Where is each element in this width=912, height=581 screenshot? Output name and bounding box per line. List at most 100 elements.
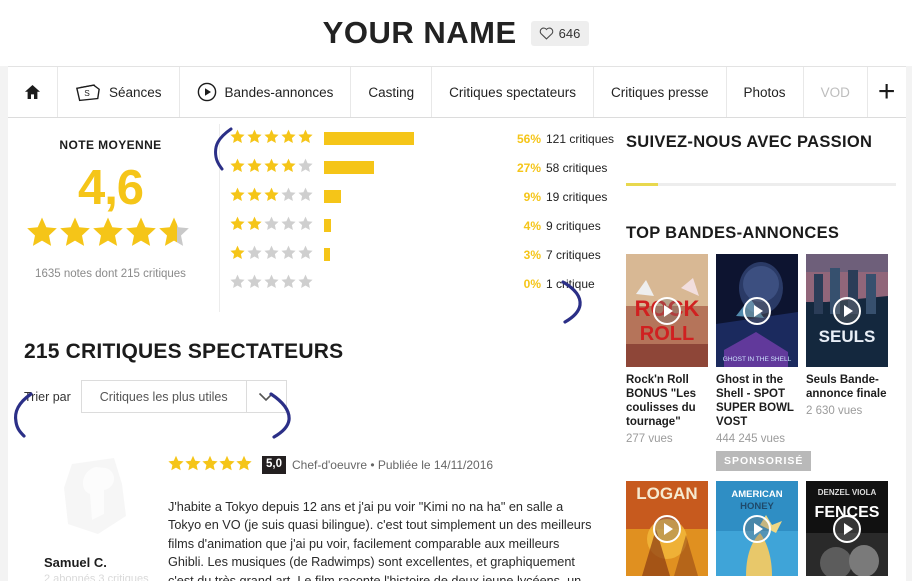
reviews-section-title: 215 CRITIQUES SPECTATEURS [24,340,344,363]
average-rating-score: 4,6 [77,161,144,215]
reviewer-subtext: 2 abonnés 3 critiques [44,573,149,581]
distribution-row: 3% 7 critiques [230,240,620,269]
main-content-column: NOTE MOYENNE 4,6 1635 notes dont 215 cri… [8,118,620,581]
svg-text:GHOST IN THE SHELL: GHOST IN THE SHELL [723,356,792,363]
sidebar-column: SUIVEZ-NOUS AVEC PASSION TOP BANDES-ANNO… [626,118,906,581]
play-circle-icon [197,82,217,102]
average-rating-block: NOTE MOYENNE 4,6 1635 notes dont 215 cri… [8,138,213,280]
play-circle-icon[interactable] [743,514,771,543]
trailer-views: 2 630 vues [806,405,863,417]
distribution-percent: 56% [516,131,541,146]
nav-item-home[interactable] [8,67,58,117]
nav-item-label: VOD [820,84,850,100]
play-circle-icon[interactable] [653,514,681,543]
nav-item-more[interactable]: + [868,67,906,117]
home-icon [24,84,41,100]
distribution-count: 19 critiques [546,189,608,204]
distribution-stars [230,187,320,206]
distribution-percent: 9% [523,189,541,204]
avatar-placeholder-icon [64,458,126,534]
right-gutter [906,0,912,581]
average-rating-stars [8,215,213,254]
nav-item-label: Séances [109,84,162,100]
review-meta: 5,0 Chef-d'oeuvre • Publiée le 14/11/201… [168,454,610,476]
average-rating-label: NOTE MOYENNE [59,138,162,152]
section-rule [626,183,896,186]
page-root: YOUR NAME 646 S Séances Bandes-annonces … [0,0,912,581]
distribution-percent: 0% [523,276,541,291]
play-circle-icon[interactable] [743,296,771,325]
play-circle-icon[interactable] [833,296,861,325]
movie-nav-tabs: S Séances Bandes-annonces Casting Critiq… [8,66,906,118]
sponsored-badge: SPONSORISÉ [716,451,812,471]
distribution-stars [230,158,320,177]
trailer-item[interactable]: GHOST IN THE SHELL Ghost in the Shell - … [716,254,812,471]
chevron-down-icon[interactable] [245,380,286,413]
distribution-bar-track [320,219,505,232]
reviewer-name[interactable]: Samuel C. [22,555,168,570]
svg-text:DENZEL VIOLA: DENZEL VIOLA [818,488,877,497]
nav-item-casting[interactable]: Casting [351,67,433,117]
distribution-count: 1 critique [546,276,595,291]
trailer-title[interactable]: Seuls Bande-annonce finale [806,373,888,401]
distribution-bar [324,161,374,174]
nav-item-label: Critiques spectateurs [449,84,576,100]
trailer-thumbnail[interactable]: ROCK ROLL [626,254,708,367]
trailer-thumbnail[interactable]: GHOST IN THE SHELL [716,254,798,367]
trailer-item[interactable]: ROCK ROLL Rock'n Roll BONUS "Les couliss… [626,254,708,471]
distribution-percent: 4% [523,218,541,233]
play-circle-icon[interactable] [653,296,681,325]
top-trailers-title: TOP BANDES-ANNONCES [626,224,840,242]
review-item: Samuel C. 2 abonnés 3 critiques 5,0 Chef… [8,454,620,581]
poster-list: LOGAN AMERICAN HONEY DENZEL VIOLA FENCES [626,481,906,576]
poster-item[interactable]: DENZEL VIOLA FENCES [806,481,888,576]
distribution-bar [324,132,414,145]
nav-item-photos[interactable]: Photos [727,67,804,117]
review-text: J'habite a Tokyo depuis 12 ans et j'ai p… [168,500,592,581]
trailer-item[interactable]: SEULS Seuls Bande-annonce finale 2 630 v… [806,254,888,471]
distribution-count: 9 critiques [546,218,601,233]
nav-item-bandes-annonces[interactable]: Bandes-annonces [180,67,352,117]
trailer-list: ROCK ROLL Rock'n Roll BONUS "Les couliss… [626,254,906,471]
rating-summary: NOTE MOYENNE 4,6 1635 notes dont 215 cri… [8,118,620,318]
poster-item[interactable]: LOGAN [626,481,708,576]
nav-item-critiques-spectateurs[interactable]: Critiques spectateurs [432,67,594,117]
left-gutter [0,0,8,581]
column-divider [219,124,220,312]
trailer-title[interactable]: Ghost in the Shell - SPOT SUPER BOWL VOS… [716,373,798,429]
trailer-views: 444 245 vues [716,433,786,445]
nav-item-critiques-presse[interactable]: Critiques presse [594,67,727,117]
distribution-bar-track [320,190,505,203]
distribution-count: 121 critiques [546,131,615,146]
svg-text:SEULS: SEULS [819,327,876,346]
nav-item-seances[interactable]: S Séances [58,67,180,117]
ratings-count-note: 1635 notes dont 215 critiques [35,268,186,280]
review-score-badge: 5,0 [262,456,286,474]
distribution-row: 27% 58 critiques [230,153,620,182]
nav-item-label: Casting [368,84,415,100]
review-body: 5,0 Chef-d'oeuvre • Publiée le 14/11/201… [168,454,620,581]
distribution-count: 58 critiques [546,160,608,175]
distribution-bar-track [320,277,505,290]
sort-control-row: Trier par Critiques les plus utiles [8,380,620,413]
trailer-thumbnail[interactable]: SEULS [806,254,888,367]
favorite-badge[interactable]: 646 [530,20,590,46]
follow-us-title: SUIVEZ-NOUS AVEC PASSION [626,133,873,151]
heart-icon [539,27,553,40]
distribution-row: 56% 121 critiques [230,124,620,153]
ratings-distribution-chart: 56% 121 critiques 27% 58 critiques 9% 19 crit… [230,124,620,298]
sort-select[interactable]: Critiques les plus utiles [80,380,287,413]
trailer-title[interactable]: Rock'n Roll BONUS "Les coulisses du tour… [626,373,708,429]
distribution-bar [324,248,330,261]
reviews-header: 215 CRITIQUES SPECTATEURS Trier par Crit… [8,340,620,413]
nav-item-label: Critiques presse [610,84,709,100]
nav-item-vod[interactable]: VOD [804,67,868,117]
distribution-count: 7 critiques [546,247,601,262]
distribution-bar [324,219,331,232]
poster-item[interactable]: AMERICAN HONEY [716,481,798,576]
nav-item-label: Bandes-annonces [224,84,334,100]
distribution-bar-track [320,161,505,174]
page-header: YOUR NAME 646 [0,0,912,66]
play-circle-icon[interactable] [833,514,861,543]
distribution-row: 9% 19 critiques [230,182,620,211]
